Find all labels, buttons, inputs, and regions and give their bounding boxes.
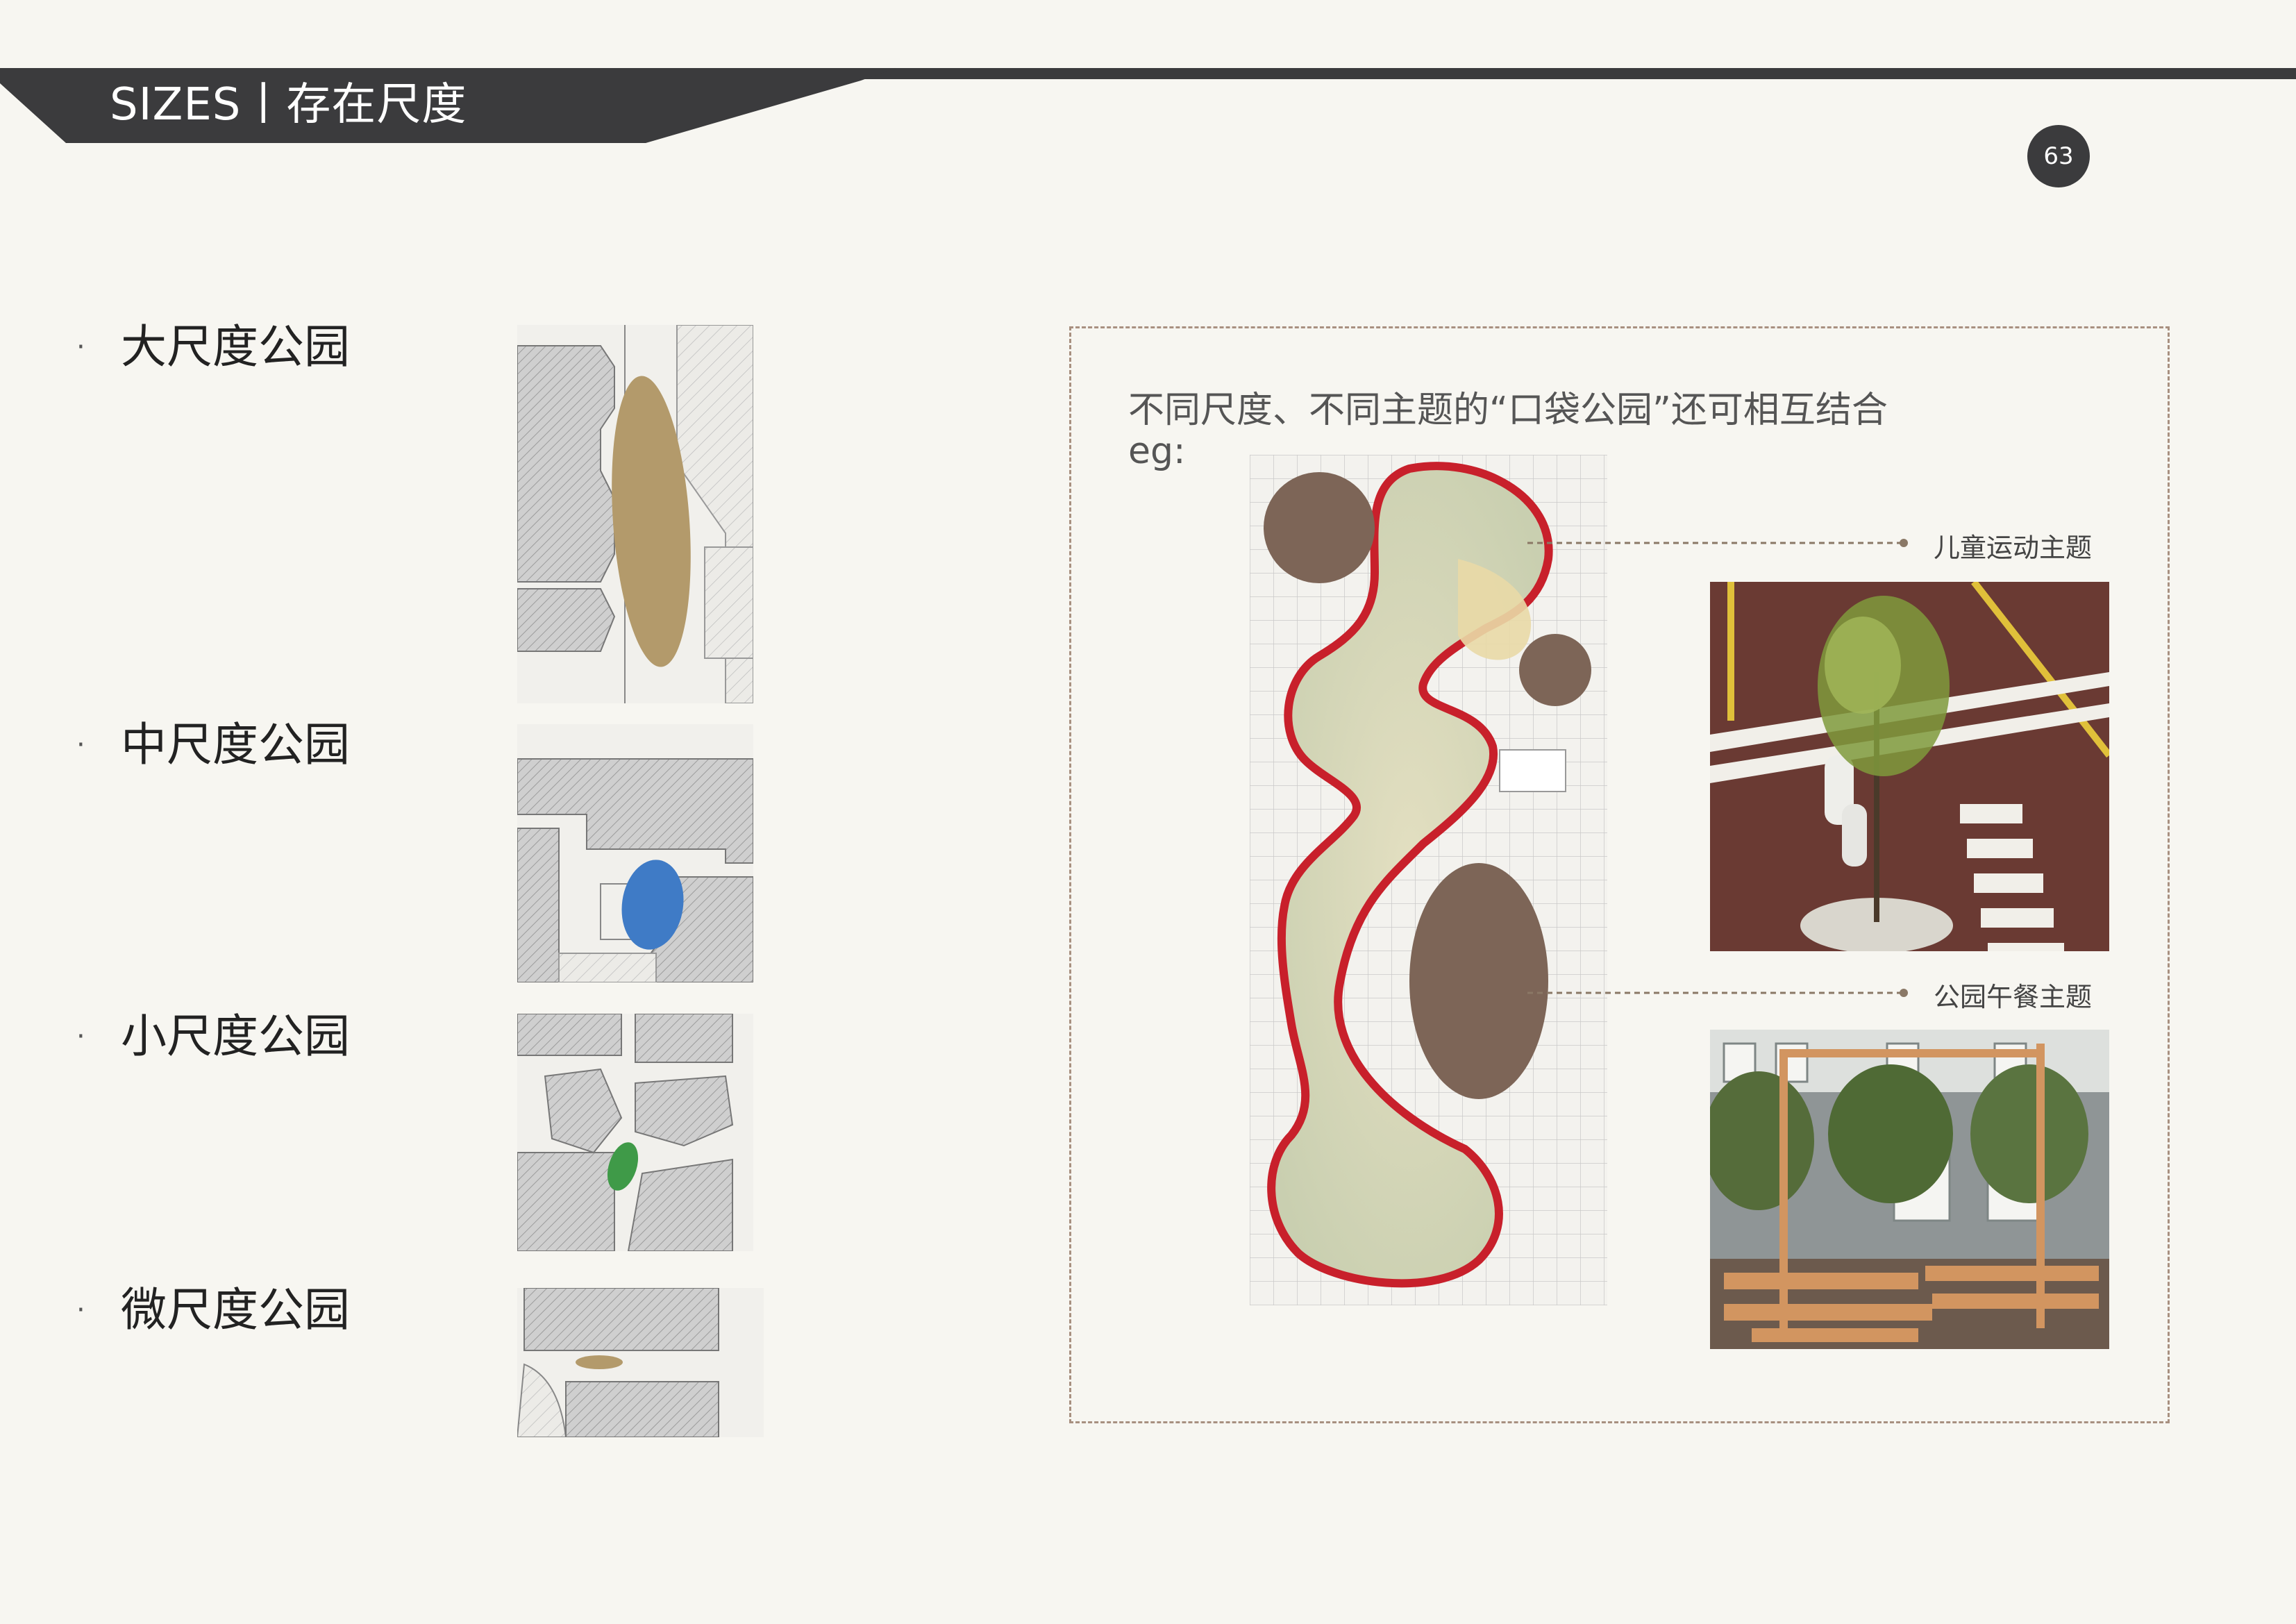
scale-label-large: 大尺度公园	[121, 320, 350, 374]
bullet-icon: ·	[76, 1294, 85, 1326]
scale-label-small: 小尺度公园	[121, 1010, 350, 1063]
park-lunch-photo	[1710, 1030, 2109, 1349]
children-sports-photo	[1710, 582, 2109, 951]
site-plan-small	[517, 1014, 753, 1251]
site-plan-micro	[517, 1288, 764, 1437]
scale-item-large: · 大尺度公园	[76, 316, 350, 378]
example-title: 不同尺度、不同主题的“口袋公园”还可相互结合	[1128, 390, 1888, 431]
bullet-icon: ·	[76, 729, 85, 761]
theme-label-lunch: 公园午餐主题	[1934, 982, 2093, 1012]
bullet-icon: ·	[76, 331, 85, 363]
bullet-icon: ·	[76, 1021, 85, 1053]
site-plan-large	[517, 325, 753, 703]
scale-label-micro: 微尺度公园	[121, 1283, 350, 1337]
page-title: SIZES丨存在尺度	[110, 79, 467, 131]
scale-item-small: · 小尺度公园	[76, 1005, 350, 1068]
theme-label-children: 儿童运动主题	[1934, 533, 2093, 563]
site-plan-medium	[517, 724, 753, 982]
example-eg-label: eg:	[1128, 430, 1186, 472]
page-number-badge: 63	[2027, 125, 2090, 187]
scale-label-medium: 中尺度公园	[121, 718, 350, 771]
plan-circle-top	[1264, 472, 1375, 583]
scale-item-micro: · 微尺度公园	[76, 1279, 350, 1341]
micro-park-highlight	[576, 1355, 623, 1369]
scale-item-medium: · 中尺度公园	[76, 714, 350, 776]
